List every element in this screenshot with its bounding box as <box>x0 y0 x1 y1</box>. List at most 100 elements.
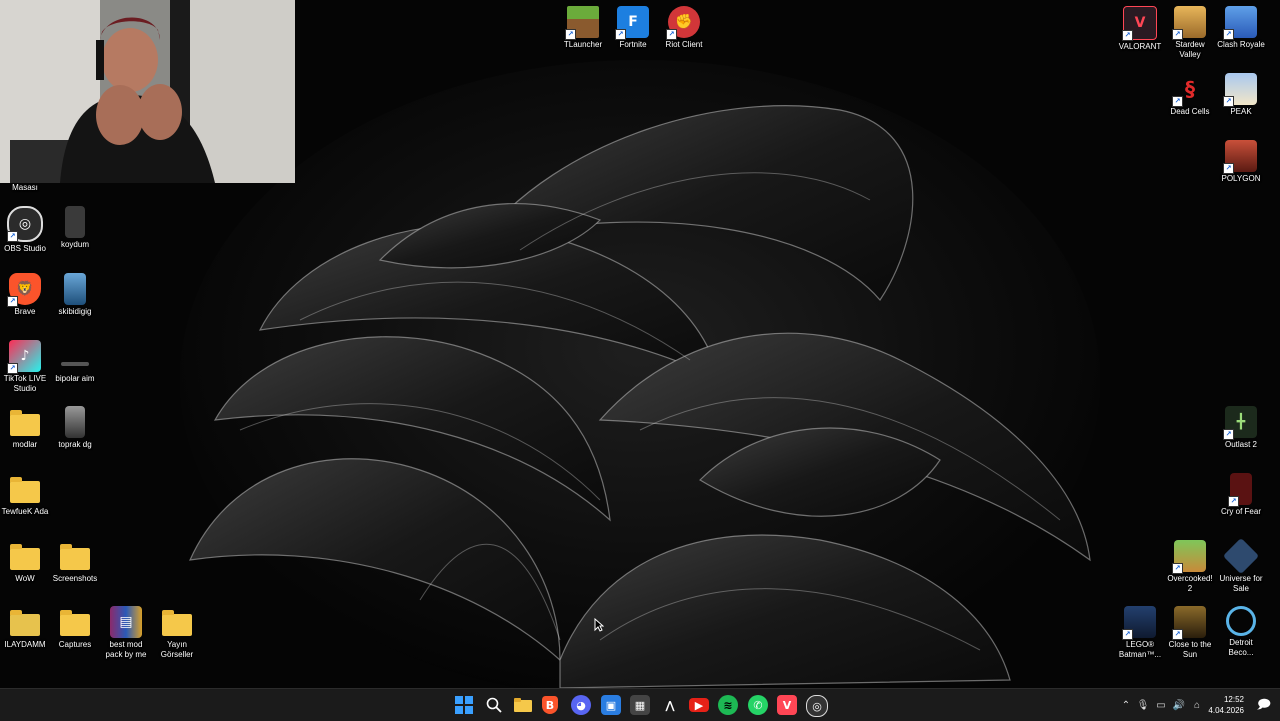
tiktok-icon: ♪ ↗ <box>7 340 41 374</box>
taskbar-clock[interactable]: 12:52 4.04.2026 <box>1208 694 1244 716</box>
desktop-icon-clash-royale[interactable]: ↗ Clash Royale <box>1216 6 1266 50</box>
nvidia-icon[interactable]: ⋀ <box>660 695 680 715</box>
desktop-icon-cry-of-fear[interactable]: ↗ Cry of Fear <box>1216 473 1266 517</box>
detroit-icon <box>1226 606 1256 636</box>
desktop-icon-label: Clash Royale <box>1217 40 1265 49</box>
desktop-icon-label: toprak dg <box>58 440 92 449</box>
desktop-icon-label: Fortnite <box>619 40 647 49</box>
desktop-icon-modlar[interactable]: modlar <box>0 406 50 450</box>
desktop-icon-masasi[interactable]: Masası <box>0 181 50 193</box>
desktop-icon-label: bipolar aim <box>55 374 95 383</box>
desktop-icon-label: POLYGON <box>1221 174 1261 183</box>
cry-of-fear-icon: ↗ <box>1228 473 1252 507</box>
folder-icon <box>9 540 41 572</box>
desktop-icon-ilaydamm[interactable]: ILAYDAMM <box>0 606 50 650</box>
desktop-icon-label: koydum <box>60 240 89 249</box>
desktop-icon-label: Masası <box>12 183 38 192</box>
desktop-icon-peak[interactable]: ↗ PEAK <box>1216 73 1266 117</box>
peak-icon: ↗ <box>1223 73 1257 107</box>
desktop-icon-obs-studio[interactable]: ◎ ↗ OBS Studio <box>0 206 50 254</box>
riot-icon: ✊ ↗ <box>666 6 700 40</box>
valorant-icon: V ↗ <box>1122 6 1157 41</box>
folder-icon <box>59 540 91 572</box>
image-file-icon <box>64 273 86 305</box>
desktop-icon-label: Stardew Valley <box>1175 40 1205 59</box>
desktop-icon-captures[interactable]: Captures <box>50 606 100 650</box>
desktop-icon-label: Screenshots <box>52 574 98 583</box>
file-explorer-icon[interactable] <box>513 695 533 715</box>
chevron-up-icon[interactable]: ⌃ <box>1118 700 1134 711</box>
display-icon[interactable]: ▭ <box>1152 700 1170 711</box>
desktop-icon-universe-for-sale[interactable]: Universe for Sale <box>1216 537 1266 594</box>
desktop-icon-label: TLauncher <box>563 40 603 49</box>
polygon-icon: ↗ <box>1223 140 1257 174</box>
fortnite-glyph: F <box>628 14 638 30</box>
microphone-icon[interactable]: 🎙 <box>1134 700 1152 711</box>
system-tray: ⌃ 🎙 ▭ 🔊 ⌂ <box>1118 689 1206 721</box>
desktop-icon-label: Yayın Görseller <box>160 640 194 659</box>
desktop-icon-label: Detroit Beco... <box>1228 638 1254 657</box>
desktop-icon-tewfuek-ada[interactable]: TewfueK Ada <box>0 473 50 517</box>
desktop-icon-label: Riot Client <box>665 40 703 49</box>
folder-icon <box>59 606 91 638</box>
desktop-icon-tlauncher[interactable]: ↗ TLauncher <box>558 6 608 50</box>
folder-icon <box>9 606 41 638</box>
desktop-icon-overcooked-2[interactable]: ↗ Overcooked! 2 <box>1165 540 1215 594</box>
whatsapp-icon[interactable]: ✆ <box>748 695 768 715</box>
image-file-icon <box>61 362 89 366</box>
desktop-icon-label: ILAYDAMM <box>4 640 46 649</box>
desktop-icon-label: Outlast 2 <box>1224 440 1257 449</box>
webcam-overlay <box>0 0 295 183</box>
desktop-icon-best-mod-pack[interactable]: ▤ best mod pack by me <box>101 606 151 660</box>
spotify-icon[interactable]: ≋ <box>718 695 738 715</box>
desktop-icon-lego-batman[interactable]: ↗ LEGO® Batman™... <box>1115 606 1165 660</box>
desktop-icon-dead-cells[interactable]: § ↗ Dead Cells <box>1165 73 1215 117</box>
desktop-icon-close-to-the-sun[interactable]: ↗ Close to the Sun <box>1165 606 1215 660</box>
desktop-icon-detroit[interactable]: Detroit Beco... <box>1216 606 1266 658</box>
desktop-icon-label: best mod pack by me <box>105 640 147 659</box>
desktop-icon-screenshots[interactable]: Screenshots <box>50 540 100 584</box>
obs-icon[interactable]: ◎ <box>806 695 828 717</box>
valorant-glyph: V <box>1134 15 1146 31</box>
desktop-icon-skibidigig[interactable]: skibidigig <box>50 273 100 317</box>
desktop-icon-toprak-dg[interactable]: toprak dg <box>50 406 100 450</box>
desktop-icon-label: Brave <box>14 307 36 316</box>
desktop-icon-koydum[interactable]: koydum <box>50 206 100 250</box>
folder-icon <box>161 606 193 638</box>
desktop-icon-label: WoW <box>15 574 35 583</box>
close-to-the-sun-icon: ↗ <box>1172 606 1206 640</box>
discord-icon[interactable]: ◕ <box>571 695 591 715</box>
desktop-icon-label: TikTok LIVE Studio <box>3 374 47 393</box>
desktop-icon-tiktok-live-studio[interactable]: ♪ ↗ TikTok LIVE Studio <box>0 340 50 394</box>
desktop-icon-outlast-2[interactable]: ╋ ↗ Outlast 2 <box>1216 406 1266 450</box>
desktop-icon-polygon[interactable]: ↗ POLYGON <box>1216 140 1266 184</box>
network-icon[interactable]: ⌂ <box>1188 700 1206 711</box>
desktop-icon-riot-client[interactable]: ✊ ↗ Riot Client <box>659 6 709 50</box>
brave-icon[interactable]: B <box>542 696 558 714</box>
image-file-icon <box>65 406 85 438</box>
desktop-icon-yayin-gorseller[interactable]: Yayın Görseller <box>152 606 202 660</box>
minecraft-icon: ↗ <box>565 6 599 40</box>
desktop-icon-bipolar-aim[interactable]: bipolar aim <box>50 340 100 384</box>
desktop-icon-wow[interactable]: WoW <box>0 540 50 584</box>
store-icon[interactable]: ▣ <box>601 695 621 715</box>
obs-icon: ◎ ↗ <box>7 206 43 242</box>
youtube-icon[interactable]: ▶ <box>689 698 709 712</box>
valorant-icon[interactable]: V <box>777 695 797 715</box>
notification-icon[interactable]: 🗩 <box>1254 695 1274 715</box>
desktop-icon-valorant[interactable]: V ↗ VALORANT <box>1115 6 1165 52</box>
desktop-icon-stardew-valley[interactable]: ↗ Stardew Valley <box>1165 6 1215 60</box>
lego-batman-icon: ↗ <box>1122 606 1156 640</box>
calculator-icon[interactable]: ▦ <box>630 695 650 715</box>
volume-icon[interactable]: 🔊 <box>1170 700 1188 711</box>
desktop-icon-fortnite[interactable]: F ↗ Fortnite <box>608 6 658 50</box>
search-icon[interactable] <box>484 695 504 715</box>
windows-start-icon[interactable] <box>454 695 474 715</box>
dead-cells-icon: § ↗ <box>1172 73 1206 107</box>
taskbar: B ◕ ▣ ▦ ⋀ ▶ ≋ ✆ V ◎ ⌃ 🎙 ▭ 🔊 ⌂ 12:52 4.04… <box>0 688 1280 721</box>
desktop-icon-label: modlar <box>12 440 38 449</box>
desktop-icon-label: VALORANT <box>1118 42 1162 51</box>
desktop-icon-brave[interactable]: 🦁 ↗ Brave <box>0 273 50 317</box>
clock-date: 4.04.2026 <box>1208 706 1244 715</box>
overcooked-icon: ↗ <box>1172 540 1206 574</box>
